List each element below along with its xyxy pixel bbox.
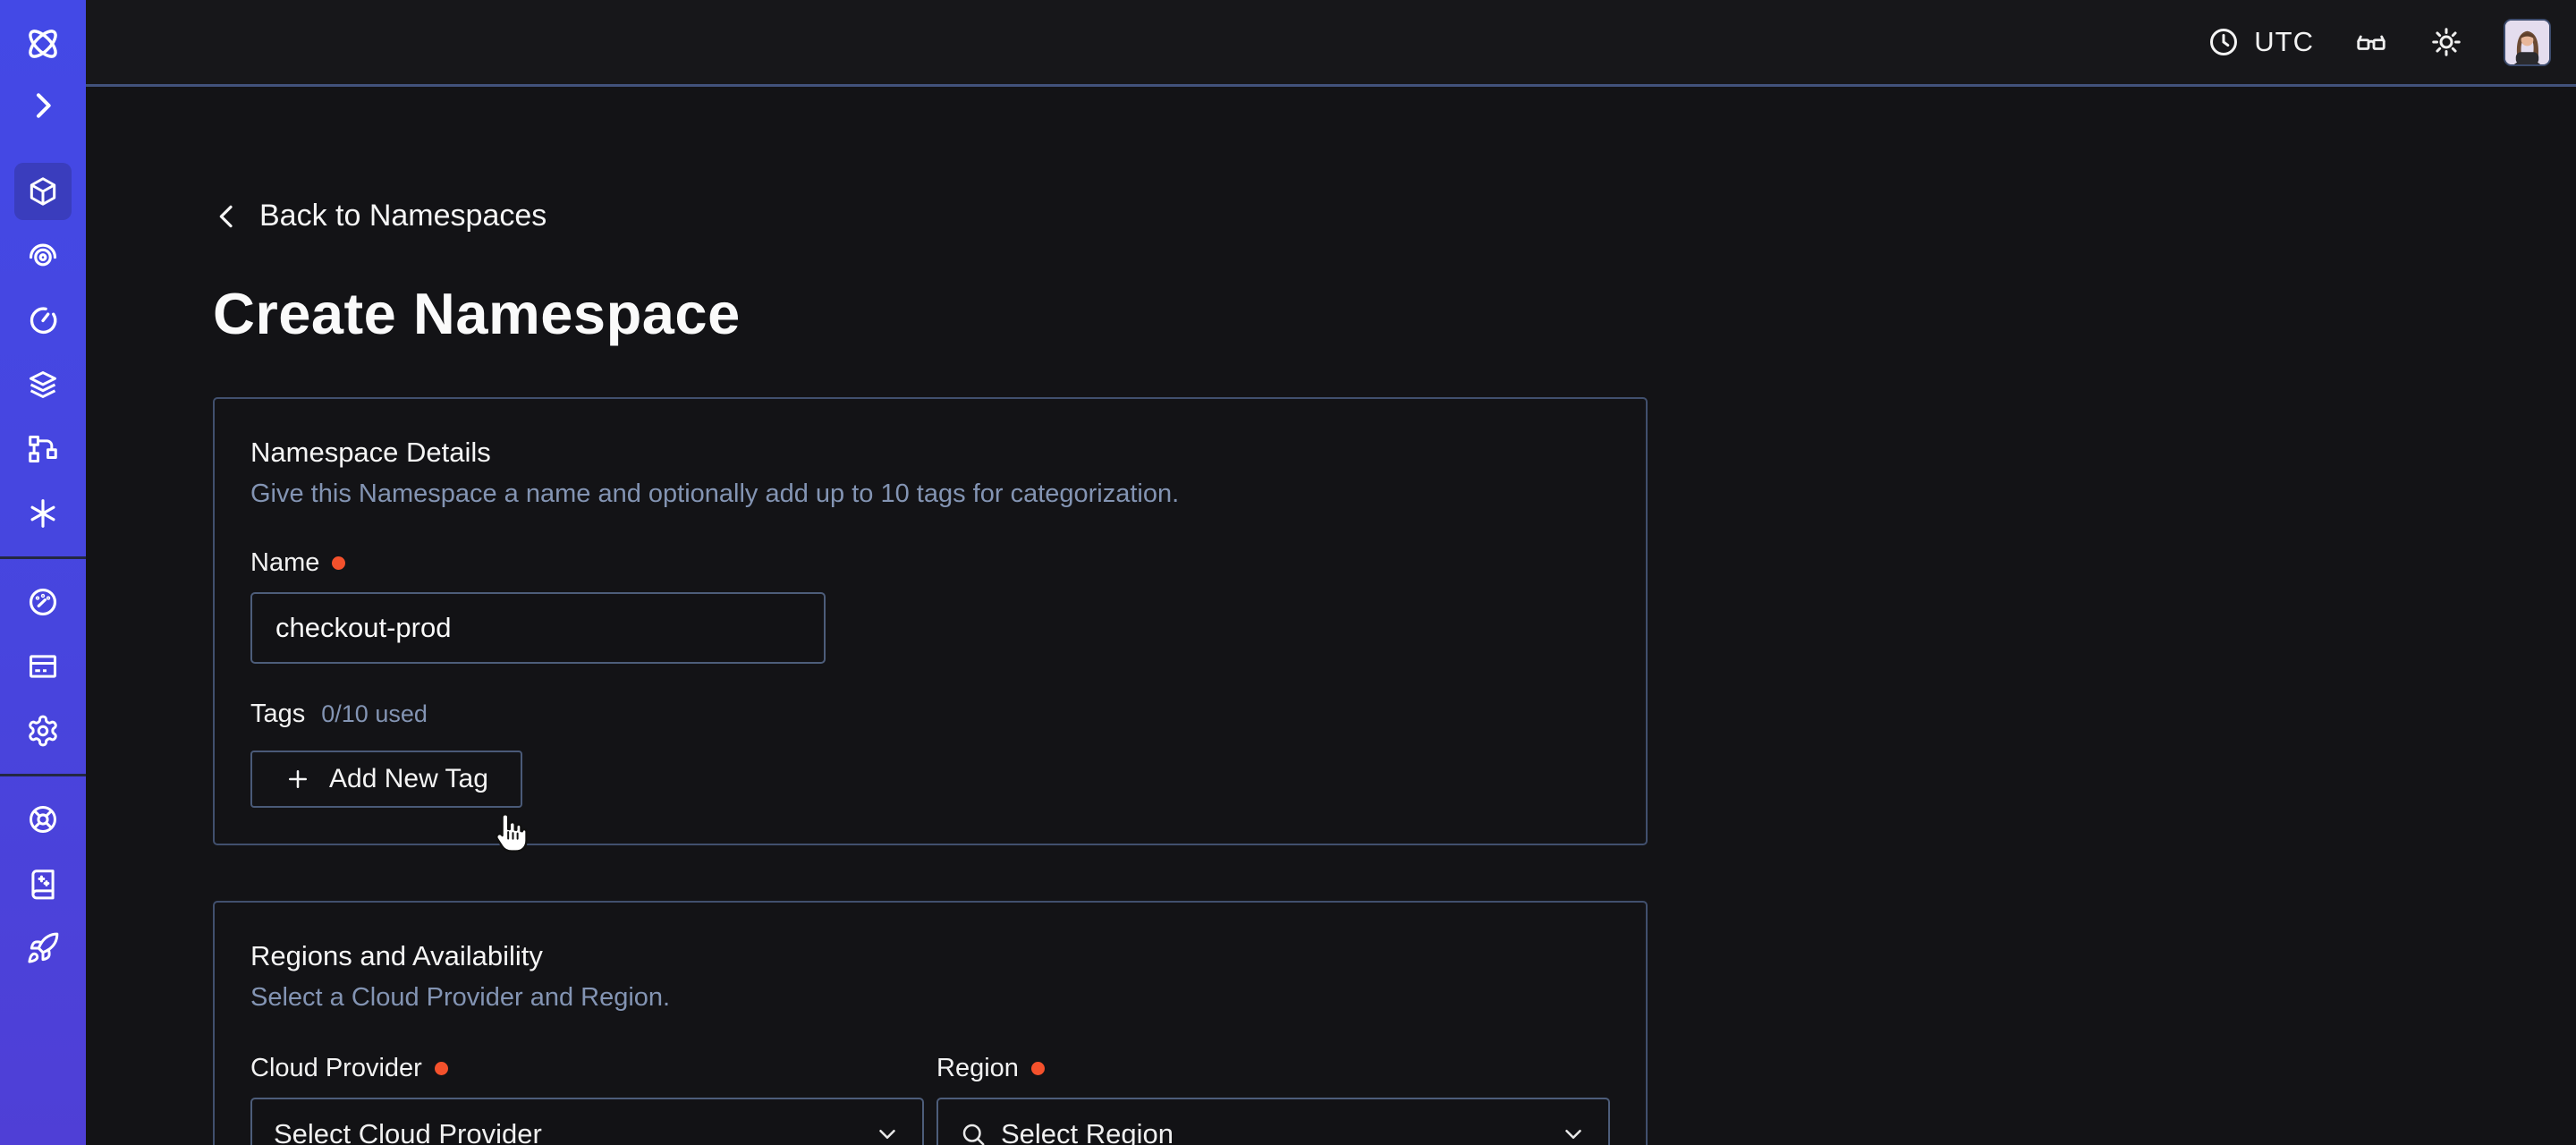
sidebar-divider bbox=[0, 774, 86, 776]
namespace-name-input[interactable] bbox=[250, 592, 826, 664]
region-select[interactable]: Select Region bbox=[936, 1098, 1610, 1145]
search-icon bbox=[960, 1121, 987, 1145]
cloud-provider-label: Cloud Provider bbox=[250, 1054, 422, 1083]
card-title: Regions and Availability bbox=[250, 940, 1610, 972]
main-content: Back to Namespaces Create Namespace Name… bbox=[86, 89, 2576, 1145]
sun-icon bbox=[2430, 26, 2462, 58]
sidebar-item-usage[interactable] bbox=[14, 573, 72, 631]
chevron-left-icon bbox=[213, 202, 242, 231]
tags-usage-count: 0/10 used bbox=[321, 700, 428, 728]
layers-icon bbox=[26, 368, 60, 402]
sidebar-item-schedules[interactable] bbox=[14, 292, 72, 349]
sidebar-divider bbox=[0, 556, 86, 559]
timezone-label: UTC bbox=[2254, 26, 2314, 58]
timezone-selector[interactable]: UTC bbox=[2207, 26, 2314, 58]
rocket-icon bbox=[26, 931, 60, 965]
card-subtitle: Give this Namespace a name and optionall… bbox=[250, 479, 1610, 509]
sidebar-expand-button[interactable] bbox=[25, 88, 61, 123]
tags-label: Tags bbox=[250, 700, 305, 729]
sidebar bbox=[0, 0, 86, 1145]
name-label: Name bbox=[250, 548, 319, 578]
temporal-logo-icon bbox=[22, 23, 64, 64]
theme-toggle-button[interactable] bbox=[2428, 24, 2464, 60]
book-sparkles-icon bbox=[26, 867, 60, 901]
chevron-down-icon bbox=[874, 1121, 901, 1145]
topbar: UTC bbox=[86, 0, 2576, 87]
clock-icon bbox=[2207, 26, 2240, 58]
required-indicator bbox=[332, 556, 345, 570]
sidebar-item-batch-operations[interactable] bbox=[14, 420, 72, 478]
user-avatar[interactable] bbox=[2504, 19, 2551, 66]
invoice-icon bbox=[26, 649, 60, 683]
lifebuoy-icon bbox=[26, 802, 60, 836]
sidebar-item-billing[interactable] bbox=[14, 638, 72, 695]
gear-icon bbox=[26, 714, 60, 748]
regions-availability-card: Regions and Availability Select a Cloud … bbox=[213, 901, 1648, 1145]
sidebar-item-nexus[interactable] bbox=[14, 485, 72, 542]
cloud-provider-select[interactable]: Select Cloud Provider bbox=[250, 1098, 924, 1145]
namespace-details-card: Namespace Details Give this Namespace a … bbox=[213, 397, 1648, 845]
chevron-down-icon bbox=[1560, 1121, 1587, 1145]
sidebar-item-monitoring[interactable] bbox=[14, 227, 72, 284]
back-to-namespaces-link[interactable]: Back to Namespaces bbox=[213, 199, 547, 233]
required-indicator bbox=[435, 1062, 448, 1075]
cube-icon bbox=[26, 174, 60, 208]
cloud-provider-placeholder: Select Cloud Provider bbox=[274, 1118, 860, 1145]
sidebar-item-support[interactable] bbox=[14, 791, 72, 848]
asterisk-icon bbox=[26, 496, 60, 530]
card-subtitle: Select a Cloud Provider and Region. bbox=[250, 983, 1610, 1013]
required-indicator bbox=[1031, 1062, 1045, 1075]
region-label: Region bbox=[936, 1054, 1019, 1083]
add-new-tag-label: Add New Tag bbox=[329, 764, 488, 794]
sidebar-item-namespaces[interactable] bbox=[14, 163, 72, 220]
gauge-icon bbox=[26, 585, 60, 619]
sidebar-item-settings[interactable] bbox=[14, 702, 72, 759]
timer-icon bbox=[26, 303, 60, 337]
page-title: Create Namespace bbox=[213, 280, 1648, 347]
sidebar-item-getting-started[interactable] bbox=[14, 920, 72, 977]
back-link-label: Back to Namespaces bbox=[259, 199, 547, 233]
card-title: Namespace Details bbox=[250, 437, 1610, 469]
glasses-icon bbox=[2355, 26, 2387, 58]
spiral-icon bbox=[26, 239, 60, 273]
sidebar-item-docs[interactable] bbox=[14, 855, 72, 912]
add-new-tag-button[interactable]: Add New Tag bbox=[250, 751, 522, 808]
branch-icon bbox=[26, 432, 60, 466]
plus-icon bbox=[284, 766, 311, 793]
region-placeholder: Select Region bbox=[1001, 1118, 1546, 1145]
labs-toggle-button[interactable] bbox=[2353, 24, 2389, 60]
sidebar-item-deployments[interactable] bbox=[14, 356, 72, 413]
